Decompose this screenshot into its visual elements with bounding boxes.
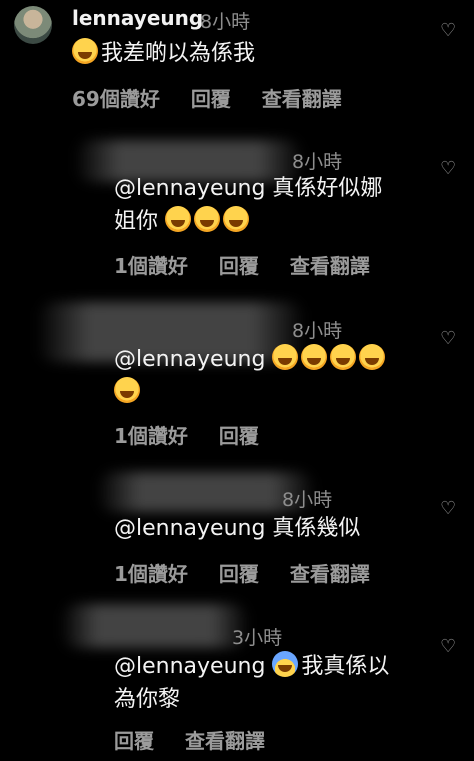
laughing-emoji-icon <box>194 206 221 232</box>
heart-icon[interactable]: ♡ <box>440 636 456 657</box>
heart-icon[interactable]: ♡ <box>440 328 456 349</box>
avatar[interactable] <box>14 6 52 44</box>
reply-button[interactable]: 回覆 <box>219 254 259 278</box>
heart-icon[interactable]: ♡ <box>440 20 456 41</box>
likes-count[interactable]: 1個讚好 <box>114 424 188 448</box>
reply-button[interactable]: 回覆 <box>219 562 259 586</box>
blurred-username <box>60 604 250 648</box>
comment-text: 我差啲以為係我 <box>72 37 255 70</box>
comment-text: @lennayeung 我真係以 為你黎 <box>114 650 389 716</box>
comment-actions: 1個讚好 回覆 <box>114 420 283 449</box>
comment-actions: 1個讚好 回覆 查看翻譯 <box>114 558 394 587</box>
comment-text: @lennayeung 真係幾似 <box>114 516 361 541</box>
comment-text: @lennayeung <box>114 343 388 409</box>
likes-count[interactable]: 1個讚好 <box>114 254 188 278</box>
see-translation-button[interactable]: 查看翻譯 <box>185 729 265 753</box>
heart-icon[interactable]: ♡ <box>440 498 456 519</box>
laughing-emoji-icon <box>165 206 192 232</box>
see-translation-button[interactable]: 查看翻譯 <box>262 87 342 111</box>
comment-time: 8小時 <box>200 11 251 33</box>
comment-text: @lennayeung 真係好似娜 姐你 <box>114 176 383 234</box>
comment-username[interactable]: lennayeung <box>72 6 203 30</box>
anxious-face-emoji-icon <box>272 651 299 677</box>
comment-time: 8小時 <box>292 320 343 342</box>
laughing-emoji-icon <box>301 344 328 370</box>
laughing-emoji-icon <box>272 344 299 370</box>
laughing-emoji-icon <box>223 206 250 232</box>
comment-time: 8小時 <box>292 151 343 173</box>
see-translation-button[interactable]: 查看翻譯 <box>290 254 370 278</box>
reply-button[interactable]: 回覆 <box>191 87 231 111</box>
comment-actions: 69個讚好 回覆 查看翻譯 <box>72 83 366 112</box>
laughing-emoji-icon <box>359 344 386 370</box>
laughing-emoji-icon <box>72 38 98 64</box>
comment-actions: 回覆 查看翻譯 <box>114 725 289 754</box>
laughing-emoji-icon <box>330 344 357 370</box>
likes-count[interactable]: 1個讚好 <box>114 562 188 586</box>
see-translation-button[interactable]: 查看翻譯 <box>290 562 370 586</box>
reply-button[interactable]: 回覆 <box>114 729 154 753</box>
heart-icon[interactable]: ♡ <box>440 158 456 179</box>
comment-time: 3小時 <box>232 627 283 649</box>
likes-count[interactable]: 69個讚好 <box>72 87 160 111</box>
comment-time: 8小時 <box>282 489 333 511</box>
laughing-emoji-icon <box>114 377 140 403</box>
comment-actions: 1個讚好 回覆 查看翻譯 <box>114 250 394 279</box>
reply-button[interactable]: 回覆 <box>219 424 259 448</box>
